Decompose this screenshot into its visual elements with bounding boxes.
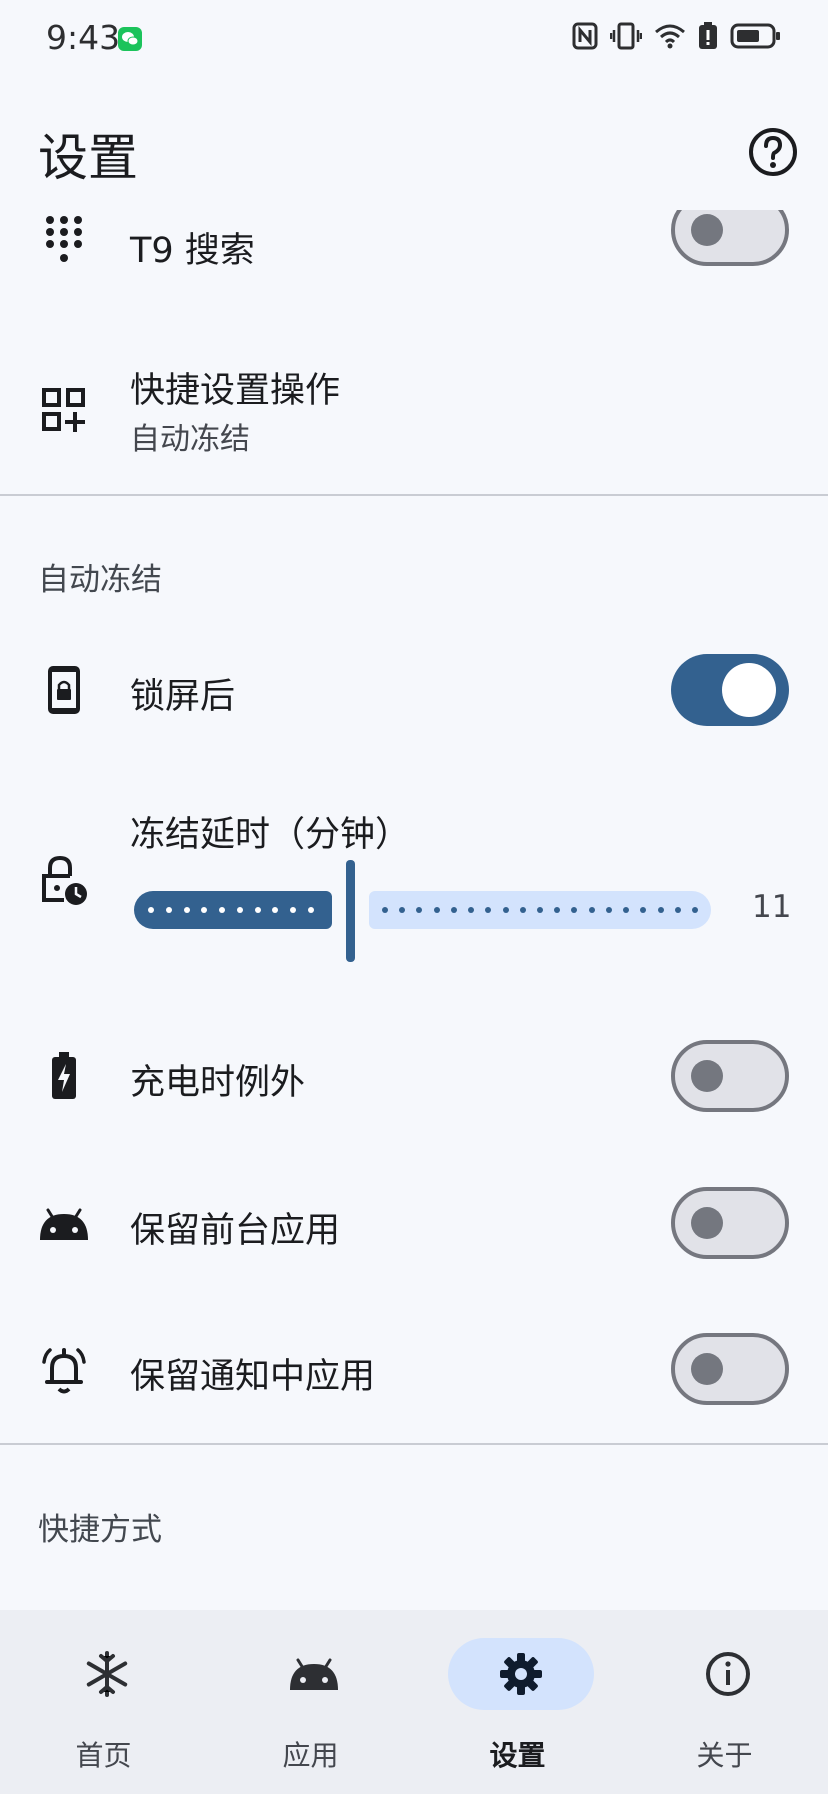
lock-clock-icon [38,854,90,906]
switch-knob [691,214,723,246]
battery-alert-icon [699,22,717,49]
status-time: 9:43 [46,18,121,57]
divider [0,494,828,496]
info-icon [706,1652,750,1696]
android-icon [290,1658,338,1690]
wechat-icon [118,27,142,51]
quick-settings-label: 快捷设置操作 [130,371,341,411]
switch-knob [691,1353,723,1385]
nav-pill [241,1638,387,1710]
nav-pill [655,1638,801,1710]
help-circle-icon [749,128,797,176]
freeze-delay-slider[interactable] [132,858,712,962]
status-icons [572,22,782,50]
nav-label-apps: 应用 [282,1739,339,1772]
keep-notification-switch[interactable] [671,1333,789,1405]
android-icon [38,1198,90,1250]
bottom-navigation: 首页 应用 设置 关于 [0,1610,828,1794]
switch-knob [691,1060,723,1092]
quick-settings-row[interactable]: 快捷设置操作 自动冻结 [0,352,828,462]
status-bar: 9:43 [0,0,828,80]
section-title-auto-freeze: 自动冻结 [38,562,162,598]
after-lock-switch[interactable] [671,654,789,726]
keep-foreground-label: 保留前台应用 [130,1211,341,1251]
bell-icon [38,1344,90,1396]
lock-phone-icon [38,664,90,716]
divider [0,1443,828,1445]
nav-label-about: 关于 [696,1739,753,1772]
quick-settings-sub: 自动冻结 [130,422,250,457]
nav-label-home: 首页 [75,1739,132,1772]
settings-screen: 9:43 设置 T9 搜索 快捷设置操作 自动冻结 自动冻结 锁屏后 冻结延时（… [0,0,828,1794]
nav-item-settings[interactable]: 设置 [414,1610,621,1794]
t9-search-label: T9 搜索 [130,231,255,271]
nav-label-settings: 设置 [489,1739,546,1772]
switch-knob [691,1207,723,1239]
help-button[interactable] [747,126,799,178]
nav-item-home[interactable]: 首页 [0,1610,207,1794]
charging-exception-switch[interactable] [671,1040,789,1112]
nav-pill [448,1638,594,1710]
nav-item-apps[interactable]: 应用 [207,1610,414,1794]
switch-knob [722,663,776,717]
slider-ticks-inactive [382,907,698,913]
battery-charging-icon [38,1050,90,1102]
after-lock-label: 锁屏后 [130,677,236,717]
gear-icon [500,1653,542,1695]
slider-thumb[interactable] [346,860,355,962]
dialpad-icon [38,214,90,266]
keep-notification-label: 保留通知中应用 [130,1357,376,1397]
section-title-shortcuts: 快捷方式 [38,1512,162,1548]
t9-search-switch[interactable] [671,210,789,266]
freeze-delay-value: 11 [752,889,792,925]
nfc-icon [572,22,598,50]
nav-item-about[interactable]: 关于 [621,1610,828,1794]
slider-ticks-active [148,907,314,913]
snowflake-icon [86,1651,128,1697]
freeze-delay-label: 冻结延时（分钟） [130,815,411,855]
battery-icon [730,23,780,49]
page-title: 设置 [38,129,138,187]
charging-exception-label: 充电时例外 [130,1063,306,1103]
wifi-icon [655,24,685,49]
nav-pill [34,1638,180,1710]
keep-foreground-switch[interactable] [671,1187,789,1259]
vibrate-icon [610,22,642,50]
qr-add-icon [38,384,90,436]
